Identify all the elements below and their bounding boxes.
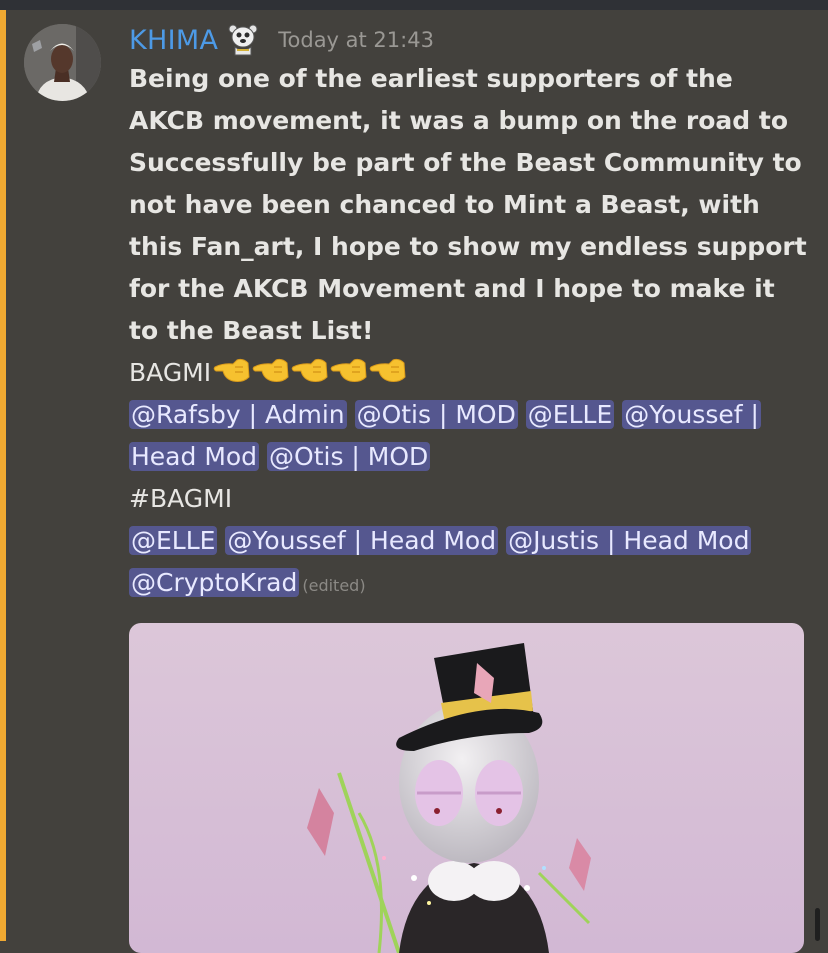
bagmi-text: BAGMI [129, 358, 212, 387]
mention[interactable]: @CryptoKrad [129, 568, 300, 597]
backhand-pointing-left-emoji-icon[interactable] [330, 355, 369, 385]
avatar-photo [24, 24, 101, 101]
mention[interactable]: @ELLE [129, 526, 218, 555]
mentions-block-2: @ELLE @Youssef | Head Mod @Justis | Head… [129, 520, 819, 607]
message-body-text: Being one of the earliest supporters of … [129, 64, 807, 345]
emoji-group [213, 355, 408, 385]
bear-badge-icon[interactable] [228, 23, 258, 57]
username[interactable]: KHIMA [129, 25, 218, 56]
fan-art-illustration [307, 643, 591, 953]
avatar[interactable] [24, 24, 101, 101]
backhand-pointing-left-emoji-icon[interactable] [213, 355, 252, 385]
mention[interactable]: @Otis | MOD [354, 400, 518, 429]
top-bar [0, 0, 828, 10]
timestamp: Today at 21:43 [278, 28, 434, 52]
backhand-pointing-left-emoji-icon[interactable] [369, 355, 408, 385]
bagmi-line: BAGMI [129, 352, 819, 394]
scrollbar[interactable] [815, 908, 820, 941]
message-content: Being one of the earliest supporters of … [129, 58, 819, 607]
attachment-image[interactable] [129, 623, 804, 953]
backhand-pointing-left-emoji-icon[interactable] [252, 355, 291, 385]
message-header: KHIMA Today at 21:43 [129, 20, 434, 60]
mention[interactable]: @Justis | Head Mod [506, 526, 752, 555]
mention[interactable]: @Youssef | Head Mod [225, 526, 499, 555]
highlight-accent-bar [0, 10, 6, 941]
mention[interactable]: @Rafsby | Admin [129, 400, 347, 429]
hashtag-text: #BAGMI [129, 484, 233, 513]
edited-label: (edited) [302, 576, 366, 595]
backhand-pointing-left-emoji-icon[interactable] [291, 355, 330, 385]
mentions-block-1: @Rafsby | Admin @Otis | MOD @ELLE @Youss… [129, 394, 819, 478]
mention[interactable]: @ELLE [525, 400, 615, 429]
mention[interactable]: @Otis | MOD [267, 442, 431, 471]
